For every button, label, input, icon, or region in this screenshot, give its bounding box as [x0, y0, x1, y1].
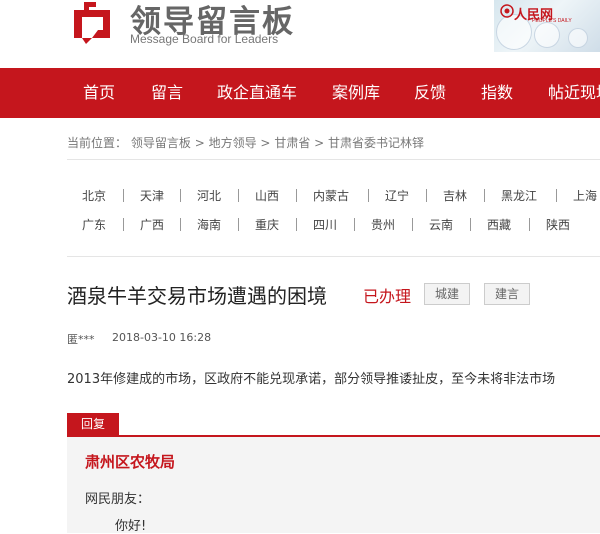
reply-greeting: 网民朋友： — [85, 492, 151, 507]
divider — [368, 189, 369, 202]
breadcrumb-item-province[interactable]: 甘肃省 — [274, 136, 310, 150]
province-link[interactable]: 广西 — [140, 216, 164, 233]
province-link[interactable]: 广东 — [82, 216, 106, 233]
province-link[interactable]: 海南 — [197, 216, 221, 233]
nav-item-feedback[interactable]: 反馈 — [414, 68, 446, 118]
message-content: 2013年修建成的市场，区政府不能兑现承诺，部分领导推诿扯皮，至今未将非法市场 — [67, 372, 556, 387]
breadcrumb-item-board[interactable]: 领导留言板 — [131, 136, 191, 150]
reply-hello: 你好! — [115, 519, 147, 534]
province-link[interactable]: 河北 — [197, 187, 221, 204]
nav-item-onsite[interactable]: 帖近现场 — [548, 68, 600, 118]
divider — [180, 189, 181, 202]
breadcrumb-prefix: 当前位置： — [67, 136, 128, 150]
author-name: 匿*** — [67, 333, 95, 346]
divider — [67, 256, 600, 257]
province-link[interactable]: 天津 — [140, 187, 164, 204]
province-link[interactable]: 陕西 — [546, 216, 570, 233]
divider — [412, 218, 413, 231]
nav-item-index[interactable]: 指数 — [481, 68, 513, 118]
site-header: 领导留言板 Message Board for Leaders 人民网 PEOP… — [0, 0, 600, 68]
province-link[interactable]: 贵州 — [371, 216, 395, 233]
main-nav: 首页 留言 政企直通车 案例库 反馈 指数 帖近现场 — [0, 68, 600, 118]
province-link[interactable]: 山西 — [255, 187, 279, 204]
breadcrumb: 当前位置： 领导留言板 > 地方领导 > 甘肃省 > 甘肃省委书记林铎 — [67, 134, 424, 151]
province-link[interactable]: 吉林 — [443, 187, 467, 204]
divider — [354, 218, 355, 231]
tag-urban-construction[interactable]: 城建 — [424, 283, 470, 305]
divider — [556, 189, 557, 202]
divider — [484, 189, 485, 202]
reply-box — [67, 435, 600, 533]
province-link[interactable]: 云南 — [429, 216, 453, 233]
people-daily-emblem-icon — [500, 4, 514, 18]
reply-organization: 肃州区农牧局 — [85, 453, 176, 471]
nav-item-enterprise[interactable]: 政企直通车 — [217, 68, 297, 118]
province-link[interactable]: 上海 — [573, 187, 597, 204]
status-badge: 已办理 — [363, 287, 412, 306]
divider — [426, 189, 427, 202]
post-datetime: 2018-03-10 16:28 — [112, 331, 212, 344]
province-link[interactable]: 黑龙江 — [501, 187, 537, 204]
divider — [67, 159, 600, 160]
divider — [529, 218, 530, 231]
breadcrumb-item-leader[interactable]: 甘肃省委书记林铎 — [328, 136, 424, 150]
brand-subtitle: Message Board for Leaders — [130, 32, 279, 46]
divider — [296, 189, 297, 202]
breadcrumb-separator: > — [260, 136, 271, 150]
nav-item-home[interactable]: 首页 — [83, 68, 115, 118]
breadcrumb-item-local-leaders[interactable]: 地方领导 — [209, 136, 257, 150]
province-link[interactable]: 辽宁 — [385, 187, 409, 204]
partner-logo-subtext: PEOPLE'S DAILY — [532, 18, 572, 24]
divider — [238, 189, 239, 202]
divider — [296, 218, 297, 231]
breadcrumb-separator: > — [194, 136, 205, 150]
reply-tab: 回复 — [67, 413, 119, 435]
province-link[interactable]: 内蒙古 — [313, 187, 349, 204]
message-board-logo-icon[interactable] — [70, 0, 118, 44]
province-link[interactable]: 四川 — [313, 216, 337, 233]
message-title: 酒泉牛羊交易市场遭遇的困境 — [67, 284, 327, 308]
partner-banner[interactable]: 人民网 PEOPLE'S DAILY — [494, 0, 600, 52]
divider — [123, 218, 124, 231]
province-link[interactable]: 西藏 — [487, 216, 511, 233]
province-link[interactable]: 重庆 — [255, 216, 279, 233]
divider — [238, 218, 239, 231]
divider — [180, 218, 181, 231]
tag-suggestion[interactable]: 建言 — [484, 283, 530, 305]
divider — [470, 218, 471, 231]
nav-item-cases[interactable]: 案例库 — [332, 68, 380, 118]
divider — [123, 189, 124, 202]
nav-item-message[interactable]: 留言 — [151, 68, 183, 118]
province-link[interactable]: 北京 — [82, 187, 106, 204]
breadcrumb-separator: > — [314, 136, 325, 150]
